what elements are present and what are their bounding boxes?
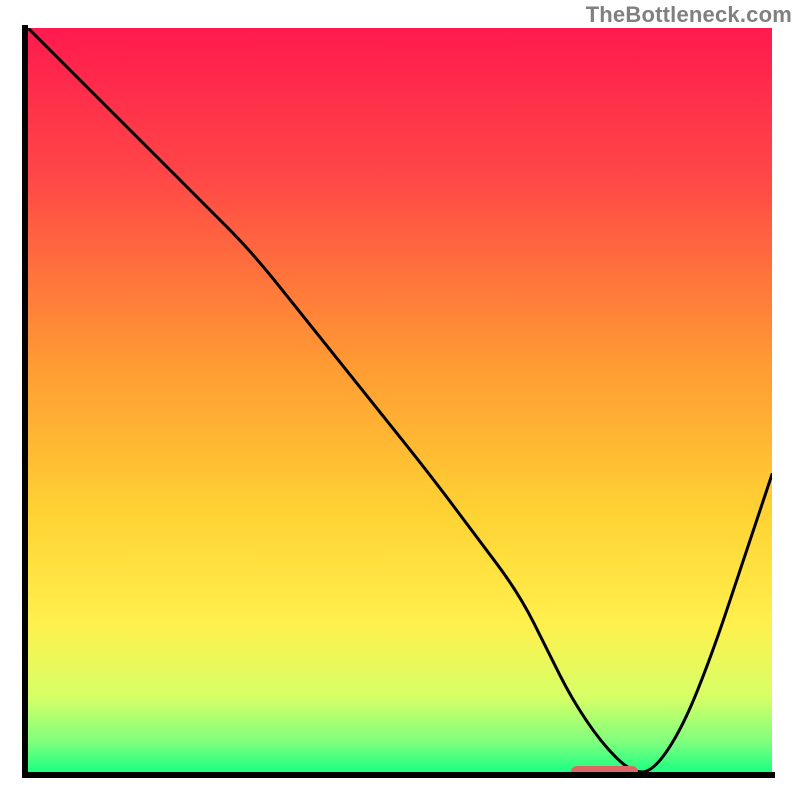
y-axis xyxy=(22,25,28,778)
chart-svg xyxy=(28,28,772,772)
x-axis xyxy=(25,772,775,778)
chart-area xyxy=(28,28,772,772)
chart-container: TheBottleneck.com xyxy=(0,0,800,800)
watermark-label: TheBottleneck.com xyxy=(586,2,792,28)
